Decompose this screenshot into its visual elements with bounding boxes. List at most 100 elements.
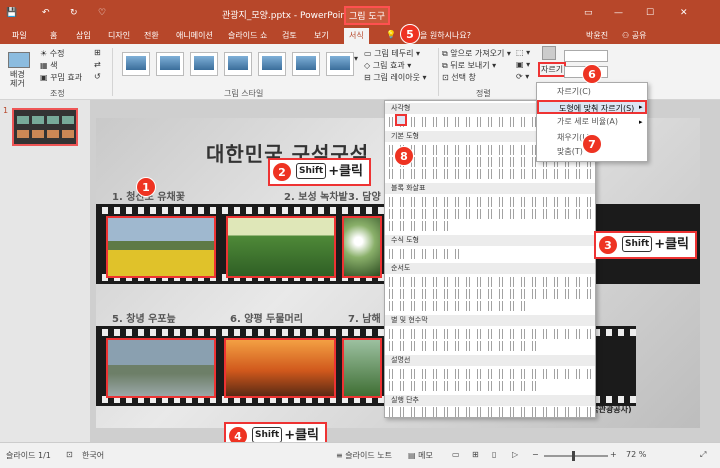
shape-row[interactable] [389, 249, 459, 259]
align-icon[interactable]: ⬚ ▾ [516, 48, 530, 57]
shape-row[interactable] [389, 221, 449, 231]
status-bar: 슬라이드 1/1 ⊡ 한국어 ≡ 슬라이드 노트 ▤ 메모 ▭ ⊞ ▯ ▷ − … [0, 442, 720, 468]
photo-namhae[interactable] [342, 338, 382, 398]
crop-button[interactable]: 자르기 [538, 62, 567, 77]
tab-insert[interactable]: 삽입 [76, 30, 91, 41]
normal-view-icon[interactable]: ▭ [452, 450, 460, 459]
tab-transitions[interactable]: 전환 [144, 30, 159, 41]
color-button[interactable]: ▦ 색 [40, 60, 57, 71]
shape-row[interactable] [389, 169, 593, 179]
undo-icon[interactable]: ↶ [42, 8, 50, 18]
zoom-slider[interactable] [544, 455, 608, 457]
picture-style-5[interactable] [258, 52, 286, 76]
thumbnail-number: 1 [3, 106, 9, 115]
comments-button[interactable]: ▤ 메모 [408, 450, 433, 461]
tab-design[interactable]: 디자인 [108, 30, 130, 41]
picture-style-3[interactable] [190, 52, 218, 76]
corrections-button[interactable]: ☀ 수정 [40, 48, 64, 59]
remove-background-icon[interactable] [8, 52, 30, 68]
step-callout-2: 2 Shift +클릭 [268, 158, 372, 186]
share-button[interactable]: ⚇ 공유 [622, 30, 646, 41]
tab-file[interactable]: 파일 [12, 30, 27, 41]
send-backward-button[interactable]: ⧉ 뒤로 보내기 ▾ [442, 60, 496, 71]
shift-key-icon: Shift [622, 236, 653, 252]
menu-item-aspect-ratio[interactable]: 가로 세로 비율(A) [537, 115, 647, 129]
picture-effects-button[interactable]: ◇ 그림 효과 ▾ [364, 60, 411, 71]
shape-row[interactable] [389, 341, 539, 351]
slide-sorter-icon[interactable]: ⊞ [472, 450, 479, 459]
zoom-out-icon[interactable]: − [532, 450, 539, 459]
reading-view-icon[interactable]: ▯ [492, 450, 496, 459]
group-icon[interactable]: ▣ ▾ [516, 60, 530, 69]
shape-row[interactable] [389, 277, 593, 287]
picture-border-button[interactable]: ▭ 그림 테두리 ▾ [364, 48, 420, 59]
photo-damyang[interactable] [342, 216, 382, 278]
fit-to-window-icon[interactable]: ⤢ [700, 450, 706, 460]
corrections-label: 수정 [49, 49, 65, 58]
picture-style-6[interactable] [292, 52, 320, 76]
photo-dumulmeori[interactable] [224, 338, 336, 398]
remove-background-button[interactable]: 배경 제거 [10, 70, 34, 88]
bring-forward-button[interactable]: ⧉ 앞으로 가져오기 ▾ [442, 48, 511, 59]
menu-item-crop-to-shape[interactable]: 도형에 맞춰 자르기(S) [537, 100, 647, 114]
divider [112, 48, 113, 96]
tab-animations[interactable]: 애니메이션 [176, 30, 213, 41]
photo-upo[interactable] [106, 338, 216, 398]
tab-format[interactable]: 서식 [344, 28, 369, 44]
zoom-slider-thumb[interactable] [572, 451, 575, 461]
step-badge-7: 7 [582, 134, 602, 154]
height-field[interactable] [564, 50, 608, 62]
shape-row[interactable] [389, 301, 529, 311]
tab-slideshow[interactable]: 슬라이드 쇼 [228, 30, 267, 41]
close-icon[interactable]: ✕ [680, 8, 688, 18]
rotate-icon[interactable]: ⟳ ▾ [516, 72, 529, 81]
zoom-level[interactable]: 72 % [626, 450, 646, 459]
step-badge-5: 5 [400, 24, 420, 44]
notes-label: 슬라이드 노트 [345, 451, 392, 460]
picture-style-7[interactable] [326, 52, 354, 76]
picture-layout-button[interactable]: ⊟ 그림 레이아웃 ▾ [364, 72, 427, 83]
compress-pictures-icon[interactable]: ⊞ [94, 48, 101, 57]
picture-style-2[interactable] [156, 52, 184, 76]
maximize-icon[interactable]: ☐ [646, 8, 654, 18]
tab-home[interactable]: 홈 [50, 30, 57, 41]
ribbon-display-icon[interactable]: ▭ [584, 8, 593, 18]
photo-cheongsando[interactable] [106, 216, 216, 278]
user-name[interactable]: 박윤진 [586, 30, 608, 41]
shape-row[interactable] [389, 381, 539, 391]
language-status[interactable]: 한국어 [82, 450, 104, 461]
tab-view[interactable]: 보기 [314, 30, 329, 41]
shape-row[interactable] [389, 197, 593, 207]
slide-thumbnail[interactable] [12, 108, 78, 146]
picture-style-1[interactable] [122, 52, 150, 76]
tell-me-box[interactable]: 을 원하시나요? [420, 30, 471, 41]
shape-row[interactable] [389, 369, 593, 379]
picture-style-4[interactable] [224, 52, 252, 76]
shape-row[interactable] [389, 209, 593, 219]
shape-row[interactable] [389, 329, 593, 339]
styles-scroll-icon[interactable]: ▾ [354, 54, 358, 63]
slideshow-view-icon[interactable]: ▷ [512, 450, 518, 459]
color-label: 색 [50, 61, 58, 70]
redo-icon[interactable]: ↻ [70, 8, 78, 18]
window-title: 관광지_모양.pptx - PowerPoint [222, 11, 350, 21]
minimize-icon[interactable]: — [614, 8, 623, 18]
crop-icon [542, 46, 556, 60]
spellcheck-icon[interactable]: ⊡ [66, 450, 73, 459]
reset-picture-icon[interactable]: ↺ [94, 72, 101, 81]
quick-access-icon[interactable]: ♡ [98, 8, 106, 18]
save-icon[interactable]: 💾 [6, 8, 17, 18]
tab-review[interactable]: 검토 [282, 30, 297, 41]
context-tab-picture-tools: 그림 도구 [344, 6, 390, 25]
shape-section-action-buttons: 실행 단추 [385, 395, 595, 406]
menu-item-crop[interactable]: 자르기(C) [537, 85, 647, 99]
rectangle-shape-selected[interactable] [395, 114, 407, 126]
selection-pane-button[interactable]: ⊡ 선택 창 [442, 72, 476, 83]
change-picture-icon[interactable]: ⇄ [94, 60, 101, 69]
notes-button[interactable]: ≡ 슬라이드 노트 [336, 450, 392, 461]
zoom-in-icon[interactable]: + [610, 450, 617, 459]
shape-row[interactable] [389, 289, 593, 299]
photo-boseong[interactable] [226, 216, 336, 278]
artistic-effects-button[interactable]: ▣ 꾸밈 효과 [40, 72, 82, 83]
shape-row[interactable] [389, 407, 593, 417]
